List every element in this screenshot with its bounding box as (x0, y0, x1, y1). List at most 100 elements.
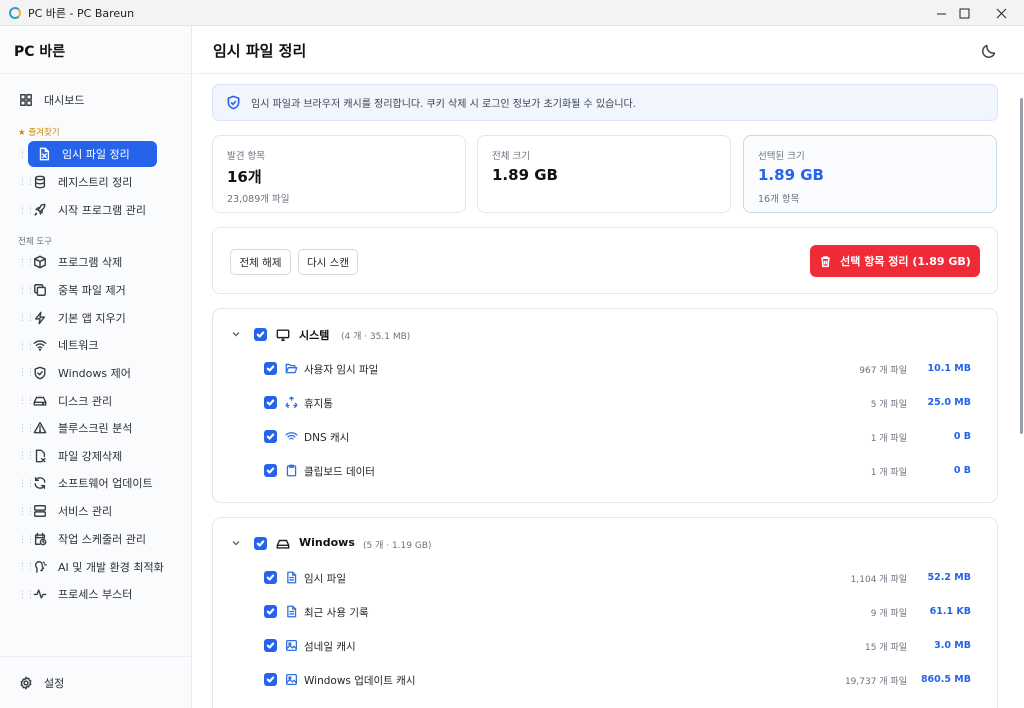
stat-value: 1.89 GB (758, 166, 824, 184)
sidebar-item-disk[interactable]: 디스크 관리 (32, 388, 182, 414)
drag-handle-icon[interactable]: ⋮⋮ (18, 313, 35, 323)
sidebar-item-label: AI 및 개발 환경 최적화 (58, 561, 164, 574)
sidebar-item-label: 기본 앱 지우기 (58, 312, 126, 325)
item-size: 3.0 MB (934, 640, 971, 651)
shield-check-icon (227, 95, 240, 110)
sidebar-item-label: 네트워크 (58, 339, 99, 352)
sidebar-item-startup[interactable]: 시작 프로그램 관리 (32, 197, 182, 223)
list-item[interactable]: 임시 파일 1,104 개 파일 52.2 MB (213, 561, 997, 595)
item-file-count: 1 개 파일 (870, 434, 907, 444)
sidebar-item-dashboard[interactable]: 대시보드 (18, 87, 178, 113)
item-file-count: 5 개 파일 (870, 400, 907, 410)
sidebar-item-default-apps[interactable]: 기본 앱 지우기 (32, 305, 182, 331)
item-checkbox[interactable] (264, 464, 277, 477)
item-checkbox[interactable] (264, 571, 277, 584)
sidebar-item-ai-dev[interactable]: AI 및 개발 환경 최적화 (32, 554, 187, 580)
warning-icon (32, 420, 48, 436)
drag-handle-icon[interactable]: ⋮⋮ (18, 507, 35, 517)
check-icon (256, 331, 265, 338)
drag-handle-icon[interactable]: ⋮⋮ (18, 368, 35, 378)
item-size: 860.5 MB (920, 674, 971, 685)
drag-handle-icon[interactable]: ⋮⋮ (18, 205, 35, 215)
list-item[interactable]: 휴지통 5 개 파일 25.0 MB (213, 386, 997, 420)
divider (193, 73, 1024, 74)
sidebar-item-settings[interactable]: 설정 (18, 670, 168, 696)
brand-title: PC 바른 (14, 44, 66, 60)
bolt-icon (32, 310, 48, 326)
scrollbar[interactable] (1018, 26, 1024, 708)
drag-handle-icon[interactable]: ⋮⋮ (18, 258, 35, 268)
sidebar-item-software-update[interactable]: 소프트웨어 업데이트 (32, 470, 182, 496)
stat-value: 16개 (227, 168, 262, 186)
server-icon (32, 503, 48, 519)
moon-icon[interactable] (980, 42, 998, 60)
item-checkbox[interactable] (264, 430, 277, 443)
drag-handle-icon[interactable]: ⋮⋮ (18, 590, 35, 600)
chevron-down-icon[interactable] (231, 329, 241, 339)
sidebar-item-duplicates[interactable]: 중복 파일 제거 (32, 277, 182, 303)
category-group-system: 시스템 (4 개 · 35.1 MB) 사용자 임시 파일 967 개 파일 1… (212, 308, 998, 503)
stat-label: 전체 크기 (492, 151, 530, 162)
check-icon (266, 399, 275, 406)
check-icon (266, 574, 275, 581)
group-checkbox[interactable] (254, 328, 267, 341)
close-button[interactable] (978, 0, 1024, 26)
clean-selected-button[interactable]: 선택 항목 정리 (1.89 GB) (810, 245, 980, 277)
drag-handle-icon[interactable]: ⋮⋮ (18, 177, 35, 187)
item-checkbox[interactable] (264, 396, 277, 409)
drag-handle-icon[interactable]: ⋮⋮ (18, 562, 35, 572)
item-file-count: 15 개 파일 (864, 643, 907, 653)
sidebar-item-uninstall[interactable]: 프로그램 삭제 (32, 249, 182, 275)
deselect-all-button[interactable]: 전체 해제 (230, 249, 291, 275)
sidebar-item-force-delete[interactable]: 파일 강제삭제 (32, 443, 182, 469)
sidebar-item-process-booster[interactable]: 프로세스 부스터 (32, 581, 182, 607)
drag-handle-icon[interactable]: ⋮⋮ (18, 149, 35, 159)
sidebar-item-temp-cleanup[interactable]: 임시 파일 정리 (28, 141, 157, 167)
drag-handle-icon[interactable]: ⋮⋮ (18, 479, 35, 489)
item-checkbox[interactable] (264, 673, 277, 686)
item-name: 클립보드 데이터 (304, 466, 375, 478)
file-delete-icon (32, 448, 48, 464)
drag-handle-icon[interactable]: ⋮⋮ (18, 285, 35, 295)
window-title: PC 바른 - PC Bareun (28, 6, 135, 20)
item-name: DNS 캐시 (304, 432, 350, 444)
sidebar-item-label: 설정 (44, 677, 65, 690)
sidebar-item-bsod[interactable]: 블루스크린 분석 (32, 415, 182, 441)
item-checkbox[interactable] (264, 362, 277, 375)
drag-handle-icon[interactable]: ⋮⋮ (18, 451, 35, 461)
drag-handle-icon[interactable]: ⋮⋮ (18, 535, 35, 545)
page-title: 임시 파일 정리 (213, 42, 307, 60)
list-item[interactable]: DNS 캐시 1 개 파일 0 B (213, 420, 997, 454)
drag-handle-icon[interactable]: ⋮⋮ (18, 396, 35, 406)
group-meta: (5 개 · 1.19 GB) (363, 541, 432, 551)
item-name: 사용자 임시 파일 (304, 364, 379, 376)
list-item[interactable]: 최근 사용 기록 9 개 파일 61.1 KB (213, 595, 997, 629)
sidebar-item-registry[interactable]: 레지스트리 정리 (32, 169, 182, 195)
stat-label: 선택된 크기 (758, 151, 805, 162)
item-checkbox[interactable] (264, 605, 277, 618)
scrollbar-thumb[interactable] (1020, 98, 1023, 434)
item-file-count: 967 개 파일 (859, 366, 907, 376)
folder-open-icon (285, 362, 298, 375)
group-meta: (4 개 · 35.1 MB) (341, 332, 411, 342)
list-item[interactable]: Windows 업데이트 캐시 19,737 개 파일 860.5 MB (213, 663, 997, 697)
list-item[interactable]: 섬네일 캐시 15 개 파일 3.0 MB (213, 629, 997, 663)
item-checkbox[interactable] (264, 639, 277, 652)
sidebar-item-task-scheduler[interactable]: 작업 스케줄러 관리 (32, 526, 182, 552)
list-item[interactable]: 사용자 임시 파일 967 개 파일 10.1 MB (213, 352, 997, 386)
wifi-icon (285, 430, 298, 443)
group-checkbox[interactable] (254, 537, 267, 550)
sidebar-item-label: 시작 프로그램 관리 (58, 204, 146, 217)
list-item[interactable]: 클립보드 데이터 1 개 파일 0 B (213, 454, 997, 488)
chevron-down-icon[interactable] (231, 538, 241, 548)
drive-icon (276, 537, 290, 551)
sidebar-item-windows-control[interactable]: Windows 제어 (32, 360, 182, 386)
wifi-icon (32, 337, 48, 353)
sidebar-item-network[interactable]: 네트워크 (32, 332, 182, 358)
item-name: 섬네일 캐시 (304, 641, 356, 653)
sidebar-item-services[interactable]: 서비스 관리 (32, 498, 182, 524)
rescan-button[interactable]: 다시 스캔 (298, 249, 358, 275)
drag-handle-icon[interactable]: ⋮⋮ (18, 341, 35, 351)
drag-handle-icon[interactable]: ⋮⋮ (18, 424, 35, 434)
monitor-icon (276, 328, 290, 342)
